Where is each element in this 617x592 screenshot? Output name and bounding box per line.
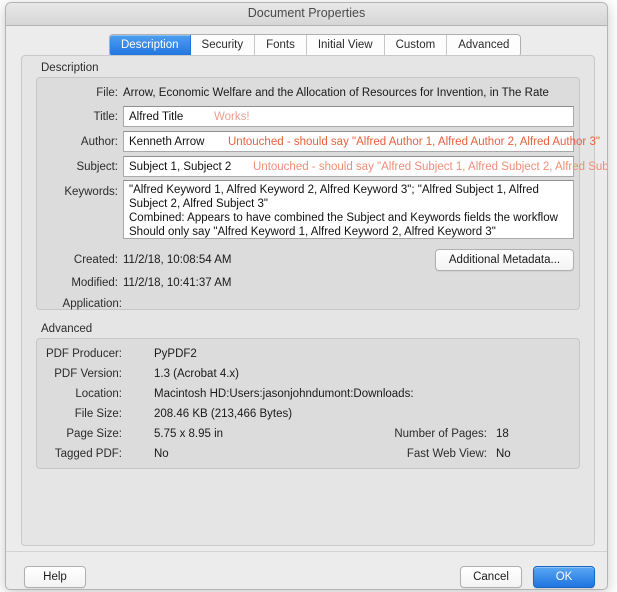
title-label: Title:	[93, 111, 119, 123]
cancel-button[interactable]: Cancel	[460, 566, 522, 588]
file-size-value: 208.46 KB (213,466 Bytes)	[154, 408, 293, 420]
file-value: Arrow, Economic Welfare and the Allocati…	[123, 87, 549, 99]
pdf-version-label: PDF Version:	[54, 368, 122, 380]
keywords-field[interactable]: "Alfred Keyword 1, Alfred Keyword 2, Alf…	[123, 180, 574, 239]
created-label: Created:	[73, 254, 118, 266]
keywords-line-2: Subject 2, Alfred Subject 3"	[129, 198, 268, 210]
keywords-line-1: "Alfred Keyword 1, Alfred Keyword 2, Alf…	[129, 184, 539, 196]
footer-separator	[6, 551, 607, 552]
fast-web-view-value: No	[496, 448, 511, 460]
file-size-label: File Size:	[74, 408, 122, 420]
description-group-label: Description	[41, 62, 99, 74]
content-panel: Description File: Arrow, Economic Welfar…	[21, 55, 607, 546]
number-of-pages-value: 18	[496, 428, 509, 440]
advanced-group-label: Advanced	[41, 323, 93, 335]
title-bar[interactable]: Document Properties	[6, 3, 607, 26]
number-of-pages-label: Number of Pages:	[394, 428, 487, 440]
help-button[interactable]: Help	[24, 566, 86, 588]
keywords-label: Keywords:	[64, 186, 118, 198]
tab-bar: Description Security Fonts Initial View …	[109, 34, 522, 57]
created-value: 11/2/18, 10:08:54 AM	[123, 254, 232, 266]
tagged-pdf-label: Tagged PDF:	[54, 448, 122, 460]
tab-initial-view[interactable]: Initial View	[306, 35, 385, 56]
location-label: Location:	[75, 388, 122, 400]
screen: Document Properties Description Security…	[0, 0, 617, 592]
tab-advanced[interactable]: Advanced	[447, 35, 521, 56]
tab-custom[interactable]: Custom	[384, 35, 448, 56]
title-field-value: Alfred Title	[129, 111, 184, 123]
keywords-annotation-1: Combined: Appears to have combined the S…	[129, 212, 558, 224]
application-label: Application:	[62, 298, 122, 310]
author-label: Author:	[80, 136, 118, 148]
tab-security[interactable]: Security	[190, 35, 256, 56]
pdf-version-value: 1.3 (Acrobat 4.x)	[154, 368, 240, 380]
window-title: Document Properties	[247, 6, 366, 20]
tab-description[interactable]: Description	[110, 35, 191, 56]
fast-web-view-label: Fast Web View:	[406, 448, 487, 460]
file-label: File:	[96, 87, 118, 99]
author-field-value: Kenneth Arrow	[129, 136, 205, 148]
author-annotation: Untouched - should say "Alfred Author 1,…	[228, 136, 600, 148]
keywords-annotation-2: Should only say "Alfred Keyword 1, Alfre…	[129, 226, 496, 238]
subject-field[interactable]: Subject 1, Subject 2 Untouched - should …	[123, 156, 607, 177]
page-size-value: 5.75 x 8.95 in	[154, 428, 224, 440]
tagged-pdf-value: No	[154, 448, 169, 460]
subject-annotation: Untouched - should say "Alfred Subject 1…	[253, 161, 608, 173]
subject-label: Subject:	[76, 161, 118, 173]
author-field[interactable]: Kenneth Arrow Untouched - should say "Al…	[123, 131, 600, 152]
ok-button[interactable]: OK	[533, 566, 595, 588]
title-field[interactable]: Alfred Title Works!	[123, 106, 574, 127]
tab-fonts[interactable]: Fonts	[255, 35, 307, 56]
pdf-producer-value: PyPDF2	[154, 348, 197, 360]
pdf-producer-label: PDF Producer:	[45, 348, 122, 360]
page-size-label: Page Size:	[66, 428, 122, 440]
modified-label: Modified:	[71, 277, 118, 289]
additional-metadata-button[interactable]: Additional Metadata...	[435, 249, 574, 271]
modified-value: 11/2/18, 10:41:37 AM	[123, 277, 232, 289]
title-annotation: Works!	[214, 111, 250, 123]
document-properties-dialog: Document Properties Description Security…	[5, 2, 608, 590]
subject-field-value: Subject 1, Subject 2	[129, 161, 232, 173]
location-value: Macintosh HD:Users:jasonjohndumont:Downl…	[154, 388, 414, 400]
